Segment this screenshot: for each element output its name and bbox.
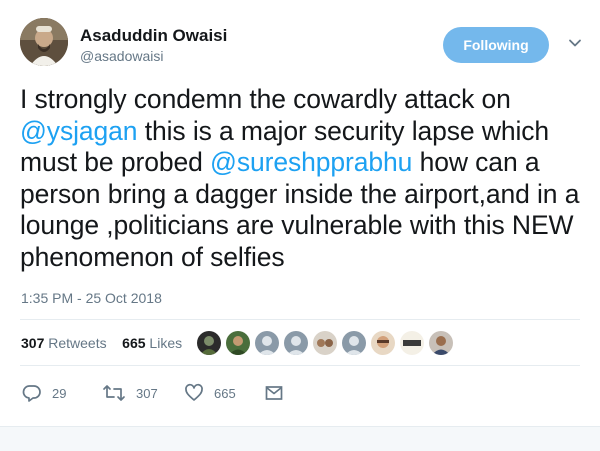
retweets-stat[interactable]: 307 Retweets — [21, 335, 107, 351]
retweet-button[interactable]: 307 — [102, 382, 158, 404]
author-handle[interactable]: @asadowaisi — [80, 48, 163, 64]
liker-avatar[interactable] — [399, 330, 425, 356]
tweet-text-segment: I strongly condemn the cowardly attack o… — [20, 84, 511, 114]
retweet-count: 307 — [136, 385, 158, 401]
divider — [20, 365, 580, 366]
engagement-stats: 307 Retweets 665 Likes — [21, 335, 182, 351]
liker-avatar[interactable] — [341, 330, 367, 356]
author-avatar[interactable] — [20, 18, 68, 66]
like-count: 665 — [214, 385, 236, 401]
like-button[interactable]: 665 — [184, 382, 236, 404]
reply-button[interactable]: 29 — [22, 382, 66, 404]
reply-icon — [22, 383, 42, 403]
likes-stat[interactable]: 665 Likes — [122, 335, 182, 351]
liker-avatar[interactable] — [428, 330, 454, 356]
mention-link-ysjagan[interactable]: @ysjagan — [20, 116, 138, 146]
retweets-label: Retweets — [48, 335, 107, 351]
tweet-card: Asaduddin Owaisi @asadowaisi Following I… — [0, 0, 600, 451]
likes-label: Likes — [149, 335, 183, 351]
mail-icon — [264, 383, 284, 403]
liker-avatar[interactable] — [196, 330, 222, 356]
reply-count: 29 — [52, 385, 67, 401]
timeline-background — [0, 426, 600, 451]
following-button[interactable]: Following — [443, 27, 549, 63]
liker-avatar[interactable] — [225, 330, 251, 356]
author-display-name[interactable]: Asaduddin Owaisi — [80, 26, 227, 46]
liker-avatar[interactable] — [312, 330, 338, 356]
retweets-count: 307 — [21, 335, 45, 351]
liker-avatar[interactable] — [370, 330, 396, 356]
tweet-text: I strongly condemn the cowardly attack o… — [20, 84, 585, 273]
divider — [20, 319, 580, 320]
direct-message-button[interactable] — [264, 382, 284, 404]
mention-link-sureshpprabhu[interactable]: @sureshpprabhu — [210, 147, 412, 177]
liker-avatar[interactable] — [254, 330, 280, 356]
likes-count: 665 — [122, 335, 146, 351]
heart-icon — [184, 383, 204, 403]
liker-avatar[interactable] — [283, 330, 309, 356]
chevron-down-icon[interactable] — [568, 36, 582, 50]
tweet-timestamp[interactable]: 1:35 PM - 25 Oct 2018 — [21, 290, 162, 306]
retweet-icon — [102, 383, 126, 403]
